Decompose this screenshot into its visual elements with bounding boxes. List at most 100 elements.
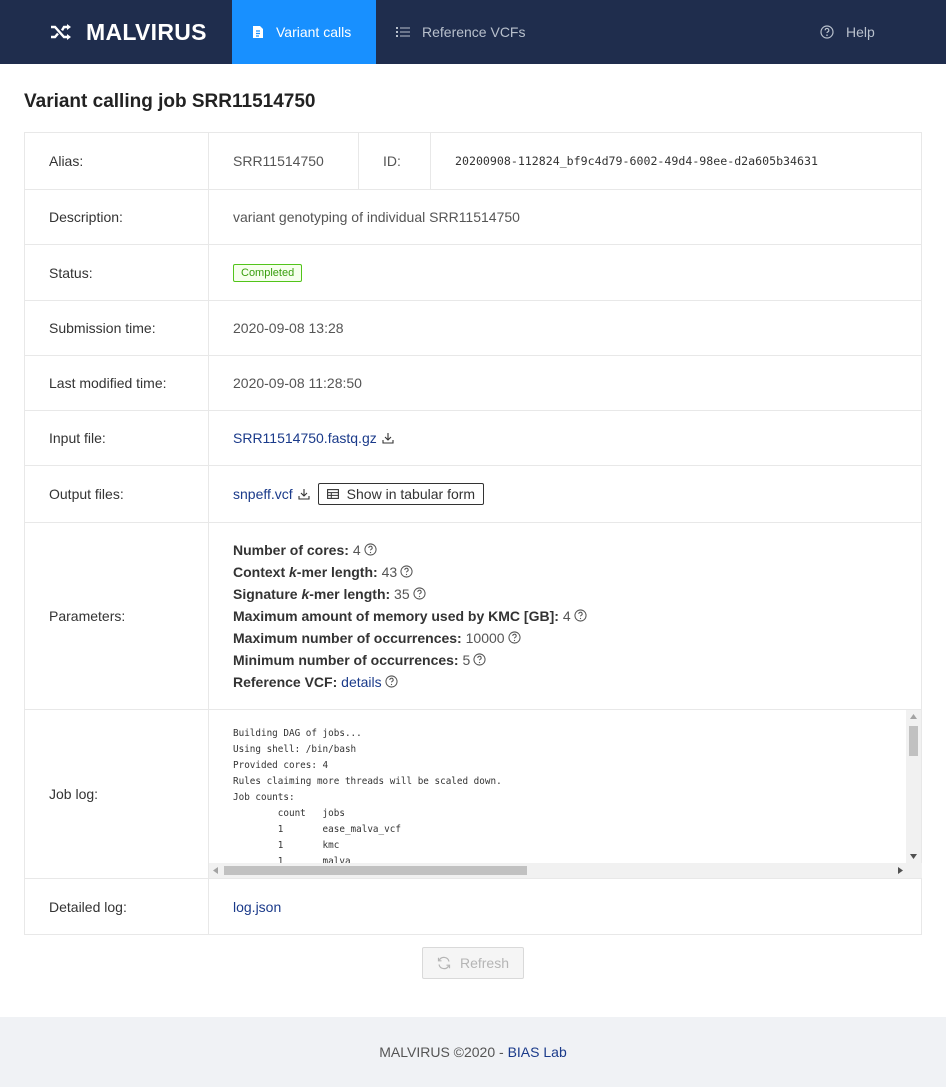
param-cores: Number of cores: 4 [233, 539, 921, 561]
row-description: Description: variant genotyping of indiv… [25, 190, 921, 245]
param-signature-kmer: Signature k-mer length: 35 [233, 583, 921, 605]
question-circle-icon[interactable] [574, 609, 587, 622]
vertical-scrollbar[interactable] [906, 710, 921, 863]
param-value: 5 [462, 652, 471, 668]
param-value: 10000 [465, 630, 505, 646]
job-log-box[interactable]: Building DAG of jobs... Using shell: /bi… [209, 710, 922, 878]
param-kmc-memory: Maximum amount of memory used by KMC [GB… [233, 605, 921, 627]
param-max-occurrences: Maximum number of occurrences: 10000 [233, 627, 921, 649]
nav-item-reference-vcfs[interactable]: Reference VCFs [396, 0, 525, 64]
question-circle-icon[interactable] [473, 653, 486, 666]
detailed-log-cell: log.json [209, 879, 921, 934]
alias-value-cell: SRR11514750 ID: 20200908-112824_bf9c4d79… [209, 133, 921, 189]
submission-label: Submission time: [25, 301, 209, 355]
param-context-kmer: Context k-mer length: 43 [233, 561, 921, 583]
param-label: Reference VCF: [233, 674, 338, 690]
output-cell: snpeff.vcf Show in tabular form [209, 466, 921, 522]
download-icon [382, 433, 394, 444]
output-label: Output files: [25, 466, 209, 522]
param-value: 4 [352, 542, 361, 558]
job-details-table: Alias: SRR11514750 ID: 20200908-112824_b… [24, 132, 922, 935]
param-label: Minimum number of occurrences: [233, 652, 459, 668]
status-badge: Completed [233, 263, 303, 282]
id-label-cell: ID: [359, 133, 431, 189]
download-icon [298, 489, 310, 500]
question-circle-icon[interactable] [400, 565, 413, 578]
vertical-scrollbar-thumb[interactable] [909, 726, 918, 756]
param-label-post: -mer length: [296, 564, 378, 580]
nav-item-variant-calls[interactable]: Variant calls [232, 0, 376, 64]
show-tabular-label: Show in tabular form [346, 486, 476, 502]
param-value: 43 [381, 564, 398, 580]
input-file-name: SRR11514750.fastq.gz [233, 430, 377, 446]
description-value: variant genotyping of individual SRR1151… [233, 209, 520, 225]
input-file-link[interactable]: SRR11514750.fastq.gz [233, 430, 394, 446]
question-circle-icon[interactable] [385, 675, 398, 688]
nav-item-help[interactable]: Help [820, 0, 875, 64]
detailed-log-link[interactable]: log.json [233, 899, 281, 915]
status-label: Status: [25, 245, 209, 300]
footer-text: MALVIRUS ©2020 - [379, 1044, 504, 1060]
scroll-right-arrow-icon[interactable] [898, 867, 903, 874]
sync-icon [437, 956, 451, 970]
question-circle-icon[interactable] [507, 631, 521, 644]
row-output: Output files: snpeff.vcf Show in tabular… [25, 466, 921, 523]
param-label: Maximum number of occurrences: [233, 630, 462, 646]
row-job-log: Job log: Building DAG of jobs... Using s… [25, 710, 922, 879]
param-label: Maximum amount of memory used by KMC [GB… [233, 608, 559, 624]
job-log-text: Building DAG of jobs... Using shell: /bi… [233, 728, 502, 863]
status-cell: Completed [209, 245, 921, 300]
scroll-left-arrow-icon[interactable] [213, 867, 218, 874]
param-label: Number of cores: [233, 542, 349, 558]
row-input: Input file: SRR11514750.fastq.gz [25, 411, 921, 466]
param-label-pre: Signature [233, 586, 302, 602]
refresh-label: Refresh [459, 955, 510, 971]
reference-vcf-details-link[interactable]: details [341, 674, 381, 690]
output-file-name: snpeff.vcf [233, 486, 293, 502]
table-icon [326, 489, 339, 499]
horizontal-scrollbar-thumb[interactable] [224, 866, 527, 875]
nav-item-label: Variant calls [276, 24, 352, 40]
modified-value: 2020-09-08 11:28:50 [233, 375, 362, 391]
list-icon [396, 27, 410, 37]
row-alias: Alias: SRR11514750 ID: 20200908-112824_b… [25, 133, 921, 190]
parameters-list: Number of cores: 4 Context k-mer length:… [209, 523, 921, 709]
refresh-button[interactable]: Refresh [422, 947, 524, 979]
page-title: Variant calling job SRR11514750 [24, 91, 315, 113]
nav-item-label: Reference VCFs [422, 24, 526, 40]
param-label: Signature k-mer length: [233, 586, 390, 602]
param-label: Context k-mer length: [233, 564, 378, 580]
param-min-occurrences: Minimum number of occurrences: 5 [233, 649, 921, 671]
show-tabular-button[interactable]: Show in tabular form [317, 483, 485, 505]
title-prefix: Variant calling job [24, 91, 192, 112]
title-job-id: SRR11514750 [191, 91, 316, 112]
brand[interactable]: MALVIRUS [50, 0, 207, 64]
alias-label: Alias: [25, 133, 209, 189]
alias-value: SRR11514750 [233, 153, 324, 169]
param-reference-vcf: Reference VCF: details [233, 671, 921, 693]
param-value: 35 [394, 586, 410, 602]
question-circle-icon[interactable] [364, 543, 377, 556]
param-label-pre: Context [233, 564, 289, 580]
file-icon [253, 26, 263, 38]
brand-label: MALVIRUS [86, 18, 207, 45]
row-modified: Last modified time: 2020-09-08 11:28:50 [25, 356, 921, 411]
question-circle-icon[interactable] [413, 587, 426, 600]
joblog-label: Job log: [25, 710, 209, 878]
horizontal-scrollbar[interactable] [209, 863, 922, 878]
output-file-link[interactable]: snpeff.vcf [233, 486, 310, 502]
footer-bias-lab-link[interactable]: BIAS Lab [508, 1044, 567, 1060]
input-label: Input file: [25, 411, 209, 465]
footer: MALVIRUS ©2020 - BIAS Lab [0, 1017, 946, 1087]
description-label: Description: [25, 190, 209, 244]
input-cell: SRR11514750.fastq.gz [209, 411, 921, 465]
alias-cell: SRR11514750 [209, 133, 359, 189]
row-status: Status: Completed [25, 245, 921, 301]
parameters-label: Parameters: [25, 523, 209, 709]
job-id-value: 20200908-112824_bf9c4d79-6002-49d4-98ee-… [455, 154, 818, 168]
modified-label: Last modified time: [25, 356, 209, 410]
scroll-down-arrow-icon[interactable] [910, 854, 917, 859]
param-value: 4 [562, 608, 571, 624]
scroll-up-arrow-icon[interactable] [910, 714, 917, 719]
row-parameters: Parameters: Number of cores: 4 Context k… [25, 523, 921, 710]
